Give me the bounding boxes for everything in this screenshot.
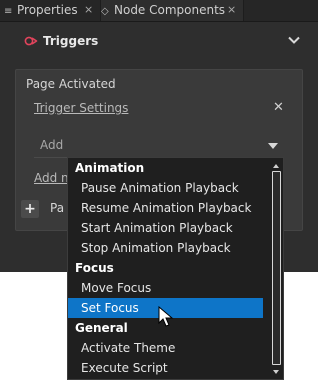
tab-properties[interactable]: ≡ Properties ⨯ [4,0,96,21]
page-label: Pa [50,201,65,215]
trigger-name: Page Activated [26,77,116,91]
dropdown-options: Animation Pause Animation Playback Resum… [68,158,270,378]
scroll-down-icon[interactable] [273,370,279,374]
option-activate-theme[interactable]: Activate Theme [68,338,270,358]
group-header-focus: Focus [75,261,114,275]
triggers-icon [24,36,38,46]
tab-properties-label: Properties [17,3,78,17]
tab-node-components-label: Node Components [114,3,226,17]
close-icon[interactable]: ⨯ [84,0,93,20]
add-action-placeholder: Add [40,138,64,152]
trigger-settings-link[interactable]: Trigger Settings [34,101,128,115]
triggers-section-header[interactable]: Triggers [0,22,318,60]
triggers-title: Triggers [43,34,99,48]
caret-down-icon [268,143,278,149]
scroll-up-icon[interactable] [273,164,279,168]
mouse-cursor-icon [158,306,174,327]
option-resume-animation-playback[interactable]: Resume Animation Playback [68,198,270,218]
dropdown-scrollbar[interactable] [270,158,283,379]
add-button[interactable]: + [21,200,39,218]
node-components-icon: ◇ [101,6,109,17]
option-pause-animation-playback[interactable]: Pause Animation Playback [68,178,270,198]
option-execute-script[interactable]: Execute Script [68,358,270,378]
tab-bar: ≡ Properties ⨯ ◇ Node Components ⨯ [0,0,318,22]
scrollbar-thumb[interactable] [272,171,281,365]
group-header-animation: Animation [75,161,145,175]
close-icon[interactable]: ⨯ [227,0,236,20]
properties-icon: ≡ [4,6,13,17]
option-stop-animation-playback[interactable]: Stop Animation Playback [68,238,270,258]
option-start-animation-playback[interactable]: Start Animation Playback [68,218,270,238]
tab-node-components[interactable]: ◇ Node Components ⨯ [100,0,244,21]
add-action-dropdown[interactable]: Add [34,133,282,158]
action-dropdown-list[interactable]: Animation Pause Animation Playback Resum… [67,157,284,380]
option-move-focus[interactable]: Move Focus [68,278,270,298]
close-icon[interactable]: ✕ [273,100,284,115]
chevron-down-icon[interactable] [287,33,301,47]
